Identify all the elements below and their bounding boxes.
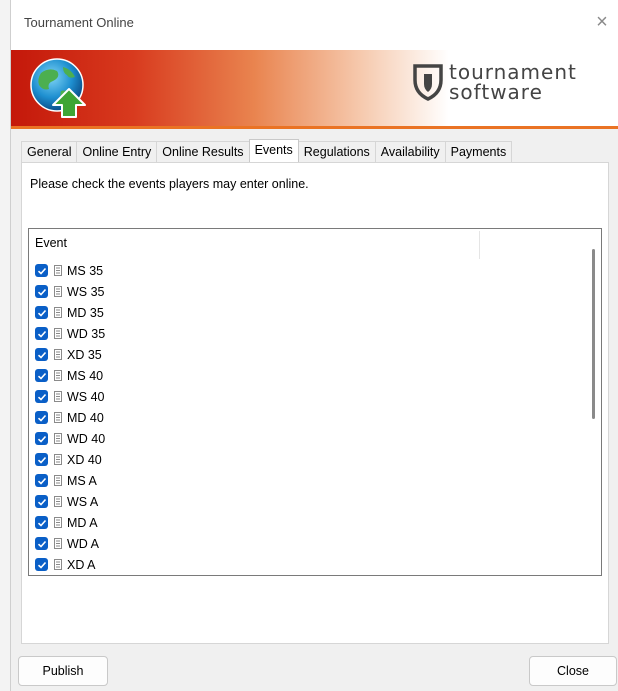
tab-events[interactable]: Events <box>248 139 299 162</box>
scrollbar-thumb[interactable] <box>592 249 595 419</box>
event-icon <box>54 286 62 297</box>
event-icon <box>54 307 62 318</box>
event-label: MS 40 <box>67 368 104 383</box>
event-label: MD 35 <box>67 305 104 320</box>
event-icon <box>54 559 62 570</box>
event-checkbox[interactable] <box>35 411 48 424</box>
brand-shield-icon <box>413 64 443 101</box>
events-list[interactable]: Event MS 35 WS 35 MD 35 WD 35 XD 35 MS 40 WS 4… <box>28 228 602 576</box>
tab-online-entry[interactable]: Online Entry <box>76 141 158 162</box>
window-title: Tournament Online <box>24 15 134 30</box>
event-label: MS A <box>67 473 97 488</box>
list-item[interactable]: WD 40 <box>29 428 581 449</box>
list-item[interactable]: MD 40 <box>29 407 581 428</box>
close-button[interactable]: Close <box>529 656 617 686</box>
tournament-online-dialog: Tournament Online × tournament software … <box>10 0 618 691</box>
event-icon <box>54 538 62 549</box>
list-item[interactable]: MD 35 <box>29 302 581 323</box>
event-icon <box>54 391 62 402</box>
event-checkbox[interactable] <box>35 306 48 319</box>
background-window-edge <box>0 0 10 691</box>
event-icon <box>54 328 62 339</box>
event-icon <box>54 475 62 486</box>
event-icon <box>54 517 62 528</box>
event-label: WS A <box>67 494 99 509</box>
event-label: WS 40 <box>67 389 105 404</box>
column-divider <box>479 231 480 259</box>
event-label: MD A <box>67 515 98 530</box>
vertical-scrollbar[interactable] <box>583 229 601 575</box>
list-item[interactable]: MD A <box>29 512 581 533</box>
event-checkbox[interactable] <box>35 432 48 445</box>
event-label: MD 40 <box>67 410 104 425</box>
event-checkbox[interactable] <box>35 369 48 382</box>
event-checkbox[interactable] <box>35 558 48 571</box>
events-tab-panel: Please check the events players may ente… <box>21 162 609 644</box>
events-rows: MS 35 WS 35 MD 35 WD 35 XD 35 MS 40 WS 40 MD 40… <box>29 260 581 575</box>
tab-online-results[interactable]: Online Results <box>156 141 250 162</box>
title-bar: Tournament Online × <box>11 0 618 50</box>
event-checkbox[interactable] <box>35 474 48 487</box>
event-checkbox[interactable] <box>35 264 48 277</box>
event-checkbox[interactable] <box>35 516 48 529</box>
publish-button[interactable]: Publish <box>18 656 108 686</box>
event-checkbox[interactable] <box>35 285 48 298</box>
event-label: XD A <box>67 557 96 572</box>
list-item[interactable]: WD A <box>29 533 581 554</box>
event-checkbox[interactable] <box>35 390 48 403</box>
event-label: WD 35 <box>67 326 106 341</box>
tab-availability[interactable]: Availability <box>374 141 446 162</box>
event-label: WD 40 <box>67 431 106 446</box>
list-item[interactable]: WD 35 <box>29 323 581 344</box>
event-label: XD 40 <box>67 452 102 467</box>
list-item[interactable]: MS A <box>29 470 581 491</box>
event-icon <box>54 370 62 381</box>
event-checkbox[interactable] <box>35 327 48 340</box>
list-item[interactable]: WS 40 <box>29 386 581 407</box>
list-header: Event <box>29 229 581 259</box>
list-item[interactable]: XD A <box>29 554 581 575</box>
list-item[interactable]: WS 35 <box>29 281 581 302</box>
settings-tabs: General Online Entry Online Results Even… <box>21 139 513 162</box>
list-item[interactable]: XD 35 <box>29 344 581 365</box>
tab-general[interactable]: General <box>21 141 78 162</box>
brand-name: tournament software <box>449 62 609 102</box>
event-icon <box>54 454 62 465</box>
event-icon <box>54 349 62 360</box>
event-checkbox[interactable] <box>35 453 48 466</box>
event-label: WD A <box>67 536 99 551</box>
tab-regulations[interactable]: Regulations <box>297 141 376 162</box>
event-checkbox[interactable] <box>35 495 48 508</box>
list-item[interactable]: MS 35 <box>29 260 581 281</box>
event-icon <box>54 265 62 276</box>
event-checkbox[interactable] <box>35 537 48 550</box>
event-icon <box>54 496 62 507</box>
banner-divider <box>11 126 618 129</box>
event-checkbox[interactable] <box>35 348 48 361</box>
column-header-event[interactable]: Event <box>29 229 479 257</box>
globe-upload-icon <box>30 58 86 118</box>
list-item[interactable]: WS A <box>29 491 581 512</box>
events-instruction: Please check the events players may ente… <box>30 177 309 191</box>
event-icon <box>54 433 62 444</box>
list-item[interactable]: XD 40 <box>29 449 581 470</box>
brand-line-2: software <box>449 80 543 104</box>
event-label: XD 35 <box>67 347 102 362</box>
list-item[interactable]: MS 40 <box>29 365 581 386</box>
close-window-icon[interactable]: × <box>591 11 613 33</box>
tab-payments[interactable]: Payments <box>444 141 513 162</box>
event-icon <box>54 412 62 423</box>
event-label: WS 35 <box>67 284 105 299</box>
brand-line-1: tournament <box>449 60 577 84</box>
event-label: MS 35 <box>67 263 104 278</box>
